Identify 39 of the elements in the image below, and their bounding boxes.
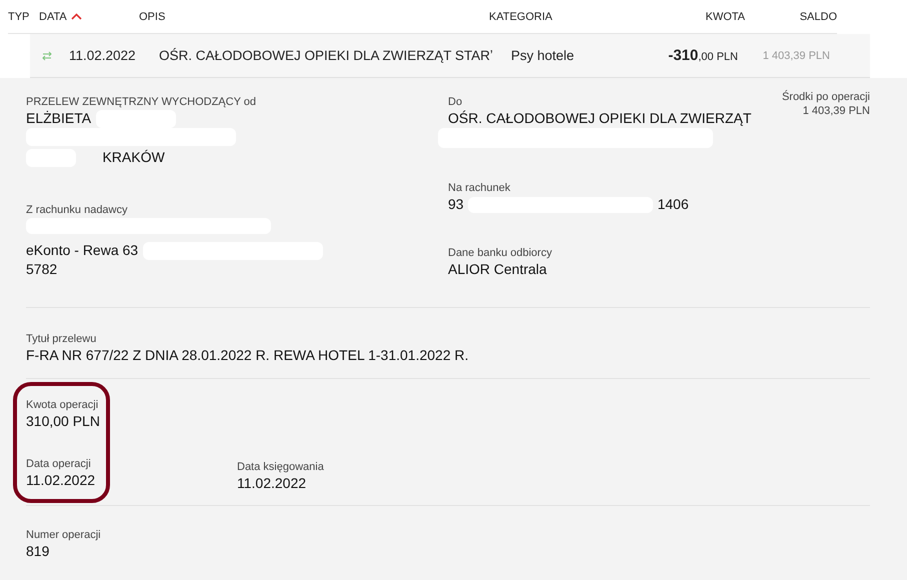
field-label: Do [448,95,464,109]
field-value: ALIOR Centrala [448,261,547,277]
field-value: 5782 [26,261,58,278]
field-label: Z rachunku nadawcy [26,203,128,218]
field-label: PRZELEW ZEWNĘTRZNY WYCHODZĄCY od [26,95,258,109]
transfer-arrows-icon [42,50,52,60]
amount-cell-text: -310,00 PLN [667,47,738,64]
sort-caret-icon[interactable] [70,13,82,20]
field-value: F-RA NR 677/22 Z DNIA 28.01.2022 R. REWA HOTEL 1-31.01.2022 R. [26,347,469,363]
column-header[interactable]: KWOTA [705,10,745,22]
field-label: Na rachunek [448,181,512,195]
transaction-row[interactable]: 11.02.2022 OŚR. CAŁODOBOWEJ OPIEKI DLA ZWIERZĄT STARʼ Psy hotele -310,00 PLN 1 403,39 PLN [30,34,870,78]
category-cell-text: Psy hotele [511,48,576,63]
column-header[interactable]: KATEGORIA [489,10,552,22]
field-label: Data księgowania [237,460,324,474]
field-value: 1406 [657,196,689,212]
field-label: Numer operacji [26,528,101,542]
field-value: 819 [26,543,50,559]
field-value: 93 [448,196,464,212]
field-value: 310,00 PLN [26,413,100,429]
field-value: eKonto - Rewa 63 [26,242,138,258]
field-label: Data operacji [26,457,92,471]
description-cell-text: OŚR. CAŁODOBOWEJ OPIEKI DLA ZWIERZĄT STARʼ [159,48,494,63]
column-header[interactable]: OPIS [139,10,166,22]
date-cell-text: 11.02.2022 [69,48,137,63]
field-value: KRAKÓW [102,149,165,166]
funds-value: 1 403,39 PLN [802,104,870,118]
balance-cell-text: 1 403,39 PLN [762,50,830,62]
field-label: Środki po operacji [782,90,870,104]
field-label: Dane banku odbiorcy [448,246,553,260]
column-header[interactable]: TYP [8,10,30,22]
field-label: Kwota operacji [26,398,100,412]
column-header[interactable]: SALDO [800,10,837,22]
field-value: ELŻBIETA [26,110,92,126]
field-value: 11.02.2022 [26,472,96,488]
column-header[interactable]: DATA [39,10,67,22]
field-label: Tytuł przelewu [26,332,98,346]
field-value: OŚR. CAŁODOBOWEJ OPIEKI DLA ZWIERZĄT [448,110,752,126]
field-value: 11.02.2022 [237,475,306,491]
